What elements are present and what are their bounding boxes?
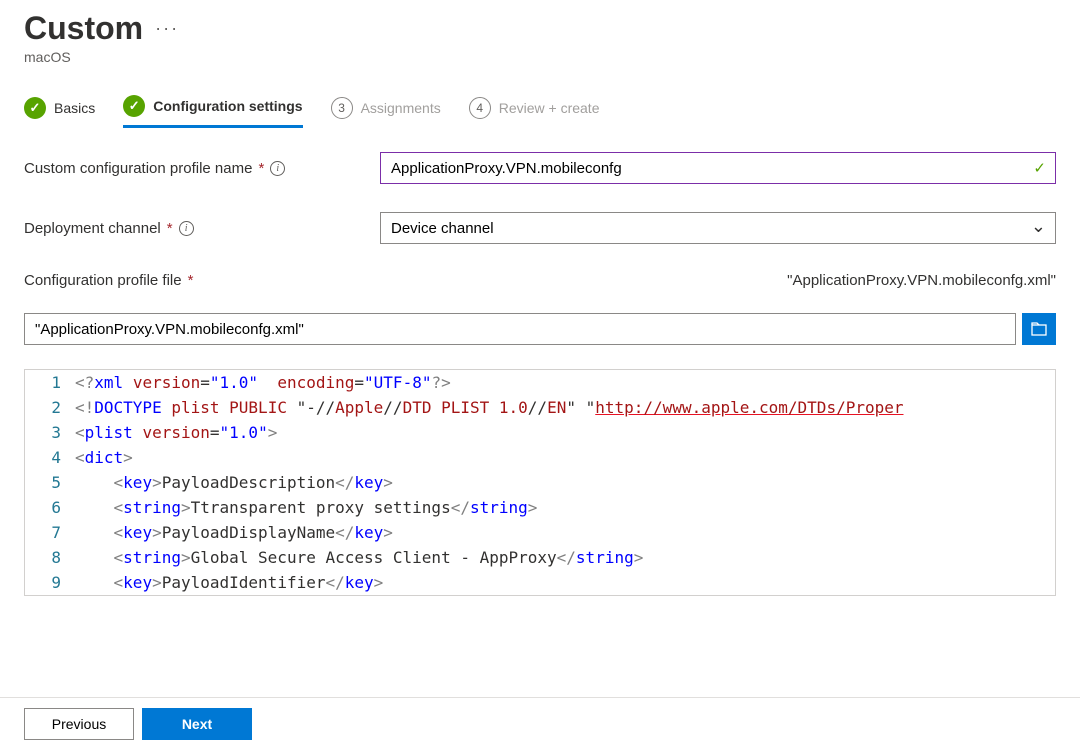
wizard-step-label: Assignments [361, 100, 441, 116]
info-icon[interactable]: i [270, 161, 285, 176]
profile-file-label: Configuration profile file * [24, 272, 380, 289]
more-actions-icon[interactable]: ··· [155, 18, 179, 39]
wizard-step-label: Review + create [499, 100, 600, 116]
wizard-step-label: Basics [54, 100, 95, 116]
wizard-step-basics[interactable]: ✓ Basics [24, 97, 95, 127]
previous-button[interactable]: Previous [24, 708, 134, 740]
line-content: <plist version="1.0"> [75, 420, 277, 445]
line-number: 2 [25, 395, 75, 420]
code-line: 9 <key>PayloadIdentifier</key> [25, 570, 1055, 595]
line-content: <string>Global Secure Access Client - Ap… [75, 545, 643, 570]
check-icon: ✓ [123, 95, 145, 117]
code-line: 6 <string>Ttransparent proxy settings</s… [25, 495, 1055, 520]
deployment-channel-select[interactable]: Device channel [380, 212, 1056, 244]
required-marker: * [258, 160, 264, 177]
line-number: 9 [25, 570, 75, 595]
code-line: 1<?xml version="1.0" encoding="UTF-8"?> [25, 370, 1055, 395]
xml-code-viewer[interactable]: 1<?xml version="1.0" encoding="UTF-8"?>2… [24, 369, 1056, 596]
deployment-channel-label: Deployment channel * i [24, 220, 380, 237]
profile-name-input[interactable] [380, 152, 1056, 184]
browse-file-button[interactable] [1022, 313, 1056, 345]
line-content: <key>PayloadDisplayName</key> [75, 520, 393, 545]
next-button[interactable]: Next [142, 708, 252, 740]
line-content: <key>PayloadIdentifier</key> [75, 570, 383, 595]
code-line: 7 <key>PayloadDisplayName</key> [25, 520, 1055, 545]
line-content: <!DOCTYPE plist PUBLIC "-//Apple//DTD PL… [75, 395, 904, 420]
wizard-step-configuration[interactable]: ✓ Configuration settings [123, 95, 302, 128]
wizard-step-review[interactable]: 4 Review + create [469, 97, 600, 127]
line-number: 5 [25, 470, 75, 495]
code-line: 8 <string>Global Secure Access Client - … [25, 545, 1055, 570]
file-path-input[interactable] [24, 313, 1016, 345]
code-line: 4<dict> [25, 445, 1055, 470]
line-number: 1 [25, 370, 75, 395]
line-number: 7 [25, 520, 75, 545]
step-number-icon: 4 [469, 97, 491, 119]
step-number-icon: 3 [331, 97, 353, 119]
line-content: <?xml version="1.0" encoding="UTF-8"?> [75, 370, 451, 395]
line-number: 4 [25, 445, 75, 470]
info-icon[interactable]: i [179, 221, 194, 236]
required-marker: * [167, 220, 173, 237]
profile-name-label: Custom configuration profile name * i [24, 160, 380, 177]
footer-bar: Previous Next [0, 697, 1080, 750]
code-line: 3<plist version="1.0"> [25, 420, 1055, 445]
page-subtitle: macOS [24, 49, 1056, 65]
wizard-nav: ✓ Basics ✓ Configuration settings 3 Assi… [0, 65, 1080, 136]
required-marker: * [188, 272, 194, 289]
valid-check-icon: ✓ [1033, 159, 1046, 177]
line-number: 6 [25, 495, 75, 520]
wizard-step-assignments[interactable]: 3 Assignments [331, 97, 441, 127]
check-icon: ✓ [24, 97, 46, 119]
line-content: <string>Ttransparent proxy settings</str… [75, 495, 537, 520]
wizard-step-label: Configuration settings [153, 98, 302, 114]
page-title: Custom [24, 10, 143, 47]
folder-icon [1031, 322, 1047, 336]
code-line: 2<!DOCTYPE plist PUBLIC "-//Apple//DTD P… [25, 395, 1055, 420]
code-line: 5 <key>PayloadDescription</key> [25, 470, 1055, 495]
profile-file-name: "ApplicationProxy.VPN.mobileconfg.xml" [787, 272, 1056, 289]
line-number: 8 [25, 545, 75, 570]
line-content: <dict> [75, 445, 133, 470]
line-number: 3 [25, 420, 75, 445]
line-content: <key>PayloadDescription</key> [75, 470, 393, 495]
